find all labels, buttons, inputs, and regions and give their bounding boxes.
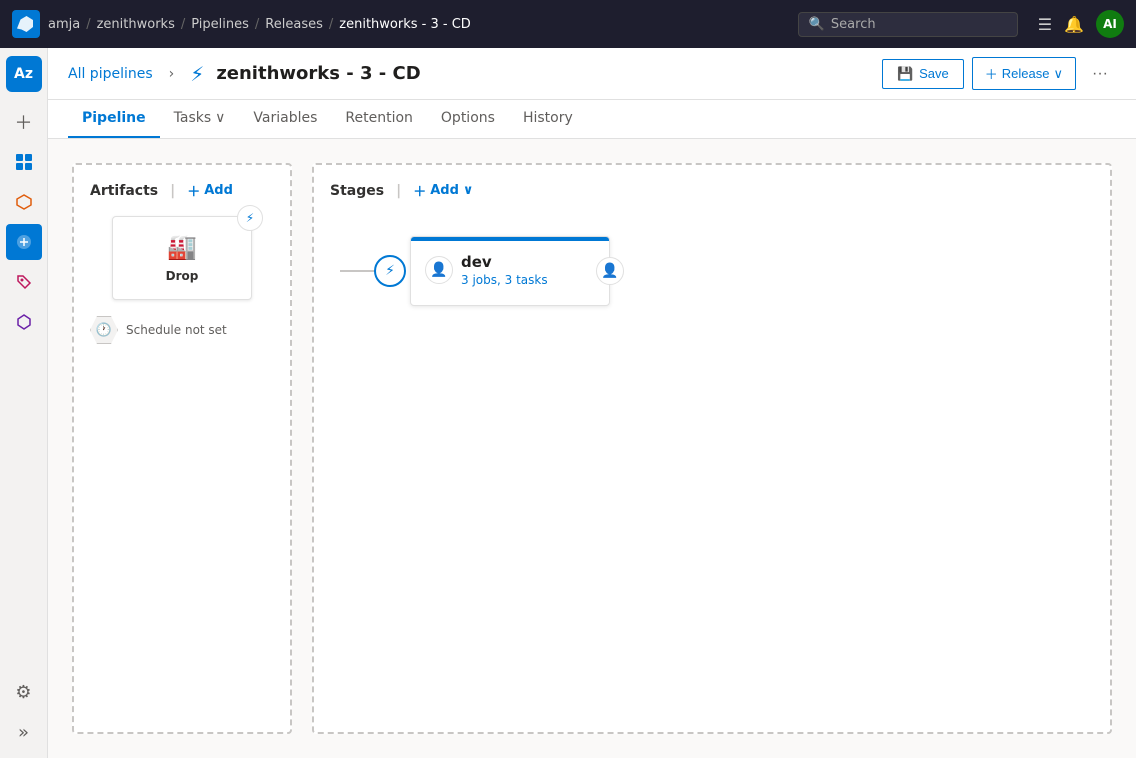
stages-panel-header: Stages | ＋ Add ∨ (330, 181, 1094, 200)
sidebar-settings[interactable]: ⚙ (6, 674, 42, 710)
artifacts-title: Artifacts (90, 183, 158, 199)
breadcrumb: amja / zenithworks / Pipelines / Release… (48, 17, 471, 32)
artifacts-panel: Artifacts | ＋ Add ⚡ 🏭 Drop 🕐 Schedule no… (72, 163, 292, 734)
artifact-trigger-icon[interactable]: ⚡ (237, 205, 263, 231)
notification-icon[interactable]: 🔔 (1064, 15, 1084, 34)
breadcrumb-releases[interactable]: Releases (265, 17, 323, 32)
stage-card[interactable]: 👤 dev 3 jobs, 3 tasks (410, 236, 610, 306)
breadcrumb-sep-1: / (181, 17, 185, 32)
pipeline-canvas: Artifacts | ＋ Add ⚡ 🏭 Drop 🕐 Schedule no… (48, 139, 1136, 758)
stage-post-approval-icon[interactable]: 👤 (596, 257, 624, 285)
stages-title: Stages (330, 183, 384, 199)
stages-panel: Stages | ＋ Add ∨ ⚡ (312, 163, 1112, 734)
breadcrumb-chevron-icon: › (169, 66, 175, 82)
panel-divider: | (170, 183, 175, 199)
tab-options[interactable]: Options (427, 100, 509, 138)
stage-trigger-icon[interactable]: ⚡ (374, 255, 406, 287)
breadcrumb-current: zenithworks - 3 - CD (339, 17, 471, 32)
list-icon[interactable]: ☰ (1038, 15, 1052, 34)
tab-tasks[interactable]: Tasks ∨ (160, 100, 240, 138)
header-actions: 💾 Save ＋ Release ∨ ··· (882, 57, 1116, 90)
stages-panel-divider: | (396, 183, 401, 199)
sidebar-item-boards[interactable] (6, 144, 42, 180)
stage-header-row: 👤 dev 3 jobs, 3 tasks (425, 253, 595, 287)
breadcrumb-pipelines[interactable]: Pipelines (191, 17, 249, 32)
add-icon: ＋ (187, 181, 200, 200)
stage-body: 👤 dev 3 jobs, 3 tasks (411, 241, 609, 305)
topbar-icons: ☰ 🔔 AI (1038, 10, 1124, 38)
stages-add-icon: ＋ (413, 181, 426, 200)
breadcrumb-sep-0: / (86, 17, 90, 32)
breadcrumb-zenithworks[interactable]: zenithworks (97, 17, 175, 32)
page-title: zenithworks - 3 - CD (216, 63, 420, 84)
artifacts-panel-header: Artifacts | ＋ Add (90, 181, 274, 200)
main-layout: Az ＋ ⚙ » All pipelines › ⚡ zenithworks -… (0, 48, 1136, 758)
sidebar-add-button[interactable]: ＋ (6, 104, 42, 140)
stage-info: dev 3 jobs, 3 tasks (461, 253, 595, 287)
save-icon: 💾 (897, 66, 913, 82)
more-options-button[interactable]: ··· (1084, 59, 1116, 89)
topbar: amja / zenithworks / Pipelines / Release… (0, 0, 1136, 48)
stages-content: ⚡ 👤 dev 3 jobs, 3 tasks (330, 216, 1094, 326)
stage-wrapper: ⚡ 👤 dev 3 jobs, 3 tasks (390, 236, 610, 306)
search-box[interactable]: 🔍 Search (798, 12, 1018, 37)
tasks-chevron-icon: ∨ (215, 110, 225, 126)
azure-devops-logo[interactable] (12, 10, 40, 38)
breadcrumb-amja[interactable]: amja (48, 17, 80, 32)
sidebar-item-pipelines[interactable] (6, 224, 42, 260)
sidebar-collapse[interactable]: » (6, 714, 42, 750)
artifact-build-icon: 🏭 (167, 233, 197, 261)
tab-pipeline[interactable]: Pipeline (68, 100, 160, 138)
stage-pre-approval-icon[interactable]: 👤 (425, 256, 453, 284)
breadcrumb-sep-3: / (329, 17, 333, 32)
stage-name: dev (461, 253, 595, 271)
sidebar-item-test[interactable] (6, 264, 42, 300)
artifact-card[interactable]: ⚡ 🏭 Drop (112, 216, 252, 300)
sidebar-item-artifacts[interactable] (6, 304, 42, 340)
stages-add-button[interactable]: ＋ Add ∨ (413, 181, 473, 200)
breadcrumb-sep-2: / (255, 17, 259, 32)
tab-history[interactable]: History (509, 100, 587, 138)
sidebar: Az ＋ ⚙ » (0, 48, 48, 758)
avatar[interactable]: AI (1096, 10, 1124, 38)
tab-retention[interactable]: Retention (331, 100, 427, 138)
artifacts-add-button[interactable]: ＋ Add (187, 181, 233, 200)
sidebar-bottom: ⚙ » (6, 674, 42, 750)
page-header: All pipelines › ⚡ zenithworks - 3 - CD 💾… (48, 48, 1136, 100)
search-icon: 🔍 (809, 17, 825, 32)
sidebar-item-azure[interactable]: Az (6, 56, 42, 92)
plus-icon: ＋ (985, 64, 998, 83)
save-button[interactable]: 💾 Save (882, 59, 964, 89)
pipeline-icon: ⚡ (190, 62, 204, 86)
sidebar-item-repos[interactable] (6, 184, 42, 220)
main-content: All pipelines › ⚡ zenithworks - 3 - CD 💾… (48, 48, 1136, 758)
stages-add-chevron: ∨ (463, 183, 474, 198)
chevron-down-icon: ∨ (1054, 66, 1064, 82)
schedule-icon: 🕐 (90, 316, 118, 344)
search-placeholder: Search (831, 17, 876, 32)
schedule-item[interactable]: 🕐 Schedule not set (90, 316, 274, 344)
tab-nav: Pipeline Tasks ∨ Variables Retention Opt… (48, 100, 1136, 139)
stage-tasks-link[interactable]: 3 jobs, 3 tasks (461, 273, 595, 287)
all-pipelines-link[interactable]: All pipelines (68, 66, 153, 82)
artifact-name: Drop (166, 269, 199, 283)
tab-variables[interactable]: Variables (239, 100, 331, 138)
schedule-label: Schedule not set (126, 323, 227, 337)
release-button[interactable]: ＋ Release ∨ (972, 57, 1076, 90)
